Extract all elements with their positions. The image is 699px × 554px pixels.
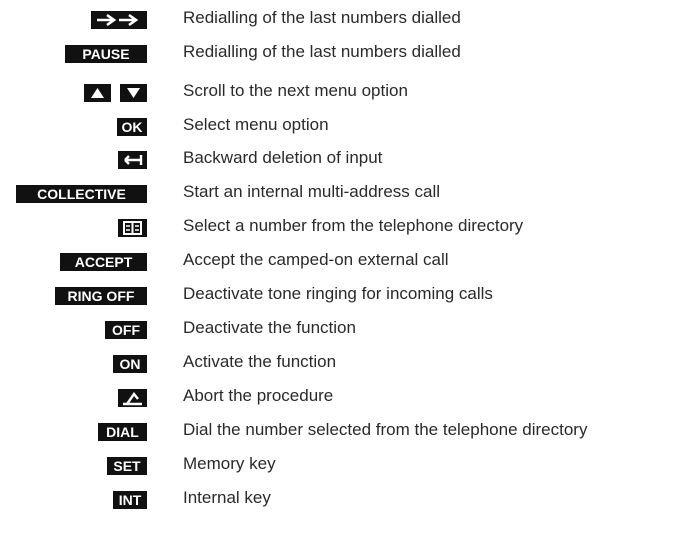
backspace-key: [118, 151, 147, 169]
scroll-keys: [84, 84, 147, 102]
scroll-up-key: [84, 84, 111, 102]
key-description: Accept the camped-on external call: [183, 250, 449, 269]
key-description: Deactivate the function: [183, 318, 356, 337]
key-row-collective: COLLECTIVE Start an internal multi-addre…: [0, 180, 699, 204]
key-row-abort: Abort the procedure: [0, 384, 699, 408]
key-description: Select a number from the telephone direc…: [183, 216, 524, 235]
on-hook-handset-icon: [123, 391, 142, 406]
backspace-icon: [124, 155, 143, 165]
accept-key: ACCEPT: [60, 253, 147, 271]
key-row-ring-off: RING OFF Deactivate tone ringing for inc…: [0, 282, 699, 306]
key-row-scroll: Scroll to the next menu option: [0, 79, 699, 103]
directory-key: [118, 219, 147, 237]
key-description: Dial the number selected from the teleph…: [183, 420, 588, 439]
key-description: Backward deletion of input: [183, 148, 383, 167]
key-row-on: ON Activate the function: [0, 350, 699, 374]
off-key: OFF: [105, 321, 147, 339]
scroll-down-key: [120, 84, 147, 102]
triangle-up-icon: [91, 88, 104, 98]
key-description: Select menu option: [183, 115, 329, 134]
redial-key: [91, 11, 147, 29]
on-key: ON: [113, 355, 147, 373]
key-row-dial: DIAL Dial the number selected from the t…: [0, 418, 699, 442]
phonebook-icon: [123, 221, 142, 235]
key-row-off: OFF Deactivate the function: [0, 316, 699, 340]
key-description: Redialling of the last numbers dialled: [183, 42, 461, 61]
key-row-set: SET Memory key: [0, 452, 699, 476]
abort-key: [118, 389, 147, 407]
key-row-pause: PAUSE Redialling of the last numbers dia…: [0, 40, 699, 64]
collective-key: COLLECTIVE: [16, 185, 147, 203]
key-row-accept: ACCEPT Accept the camped-on external cal…: [0, 248, 699, 272]
key-row-int: INT Internal key: [0, 486, 699, 510]
ring-off-key: RING OFF: [55, 287, 147, 305]
key-description: Abort the procedure: [183, 386, 334, 405]
key-description: Activate the function: [183, 352, 337, 371]
redial-arrows-icon: [97, 13, 139, 27]
dial-key: DIAL: [98, 423, 147, 441]
key-description: Memory key: [183, 454, 276, 473]
set-key: SET: [107, 457, 147, 475]
key-row-ok: OK Select menu option: [0, 113, 699, 137]
key-row-directory: Select a number from the telephone direc…: [0, 214, 699, 238]
key-description: Internal key: [183, 488, 271, 507]
key-description: Redialling of the last numbers dialled: [183, 8, 461, 27]
key-description: Scroll to the next menu option: [183, 81, 408, 100]
key-row-backspace: Backward deletion of input: [0, 146, 699, 170]
ok-key: OK: [117, 118, 147, 136]
triangle-down-icon: [127, 88, 140, 98]
int-key: INT: [113, 491, 147, 509]
pause-key: PAUSE: [65, 45, 147, 63]
key-description: Deactivate tone ringing for incoming cal…: [183, 284, 493, 303]
key-row-redial: Redialling of the last numbers dialled: [0, 6, 699, 30]
key-description: Start an internal multi-address call: [183, 182, 441, 201]
